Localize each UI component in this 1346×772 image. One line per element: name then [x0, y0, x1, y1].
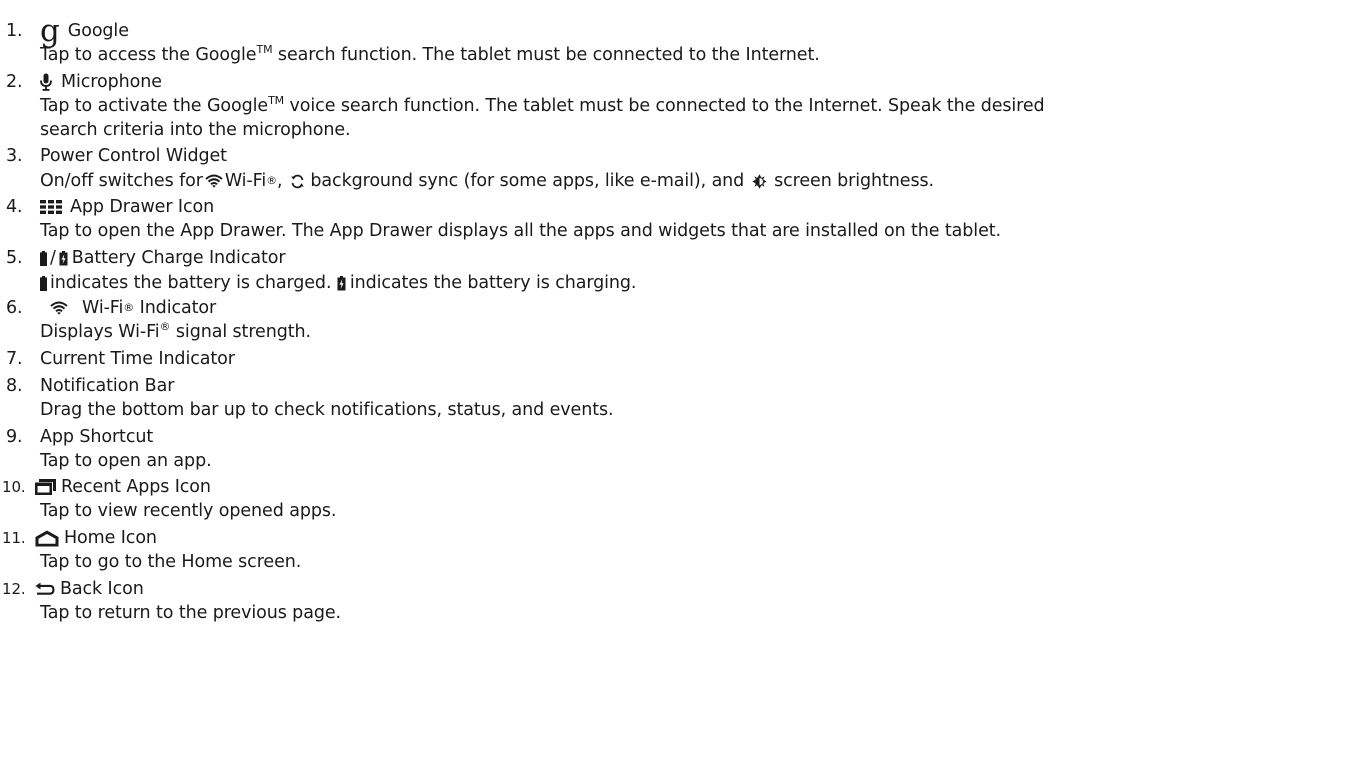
desc-text: Tap to go to the Home screen. — [40, 552, 302, 572]
back-icon — [35, 582, 55, 596]
item-title: Back Icon — [35, 578, 144, 600]
item-number: 8. — [6, 376, 23, 396]
desc-text: search function. The tablet must be conn… — [272, 45, 820, 65]
item-number: 12. — [2, 580, 26, 598]
battery-charged-icon — [40, 275, 47, 291]
item-number: 5. — [6, 248, 23, 268]
item-title: App Drawer Icon — [40, 196, 214, 218]
battery-charging-icon — [337, 275, 346, 291]
item-description: Tap to go to the Home screen. — [40, 551, 1340, 575]
desc-text: Tap to view recently opened apps. — [40, 501, 337, 521]
desc-text: Displays Wi-Fi — [40, 322, 160, 342]
desc-text: Tap to access the Google — [40, 45, 257, 65]
desc-text: Tap to activate the Google — [40, 96, 269, 116]
desc-text: Tap to open the App Drawer. The App Draw… — [40, 221, 1001, 241]
item-number: 2. — [6, 72, 23, 92]
item-number: 10. — [2, 478, 26, 496]
item-title: / Battery Charge Indicator — [40, 247, 286, 269]
item-description: Tap to return to the previous page. — [40, 602, 1340, 626]
item-number: 9. — [6, 427, 23, 447]
item-title-text: Current Time Indicator — [40, 349, 235, 369]
item-title-text: Back Icon — [60, 579, 144, 599]
battery-charging-icon — [59, 250, 68, 266]
desc-text: On/off switches for — [40, 171, 203, 191]
brightness-icon — [751, 173, 767, 189]
microphone-icon — [40, 73, 52, 91]
item-title-text: App Shortcut — [40, 427, 154, 447]
recent-apps-icon — [35, 479, 56, 495]
desc-text: signal strength. — [170, 322, 311, 342]
item-number: 11. — [2, 529, 26, 547]
item-description: Tap to view recently opened apps. — [40, 500, 1340, 524]
item-description: Tap to open the App Drawer. The App Draw… — [40, 220, 1340, 244]
item-title: Wi-Fi ® Indicator — [40, 297, 216, 319]
item-title: Microphone — [40, 71, 162, 93]
item-number: 6. — [6, 298, 23, 318]
desc-text: indicates the battery is charging. — [349, 273, 637, 293]
desc-text: background sync (for some apps, like e-m… — [304, 171, 750, 191]
item-description: Drag the bottom bar up to check notifica… — [40, 399, 1340, 423]
item-title-text: App Drawer Icon — [70, 197, 215, 217]
desc-text: screen brightness. — [768, 171, 934, 191]
item-title: g Google — [40, 13, 129, 49]
item-title-text: Notification Bar — [40, 376, 175, 396]
item-title-text: Recent Apps Icon — [61, 477, 211, 497]
google-g-icon: g — [40, 13, 60, 49]
item-title: Notification Bar — [40, 375, 174, 397]
item-description: Displays Wi-Fi® signal strength. — [40, 321, 1340, 345]
item-title-text: Battery Charge Indicator — [71, 248, 286, 268]
item-description: On/off switches for Wi-Fi ® , background… — [40, 171, 934, 191]
item-title: Power Control Widget — [40, 145, 227, 167]
item-description: Tap to activate the GoogleTM voice searc… — [40, 95, 1340, 143]
item-title-text: Wi-Fi — [82, 298, 124, 318]
instruction-list: 1. g Google Tap to access the GoogleTM s… — [0, 0, 1346, 772]
trademark-mark: TM — [268, 94, 285, 108]
item-number: 1. — [6, 21, 23, 41]
item-title-text: Power Control Widget — [40, 146, 227, 166]
trademark-mark: TM — [256, 43, 273, 57]
app-drawer-icon — [40, 200, 62, 214]
item-number: 3. — [6, 146, 23, 166]
desc-text: , — [277, 171, 288, 191]
item-description: Tap to open an app. — [40, 450, 1340, 474]
item-title-text: Indicator — [134, 298, 217, 318]
item-description: Tap to access the GoogleTM search functi… — [40, 44, 1340, 68]
desc-text: Drag the bottom bar up to check notifica… — [40, 400, 614, 420]
desc-text: Tap to open an app. — [40, 451, 212, 471]
desc-text: Wi-Fi — [224, 171, 267, 191]
item-title-text: Google — [67, 21, 129, 41]
item-title: App Shortcut — [40, 426, 153, 448]
item-number: 4. — [6, 197, 23, 217]
item-title: Current Time Indicator — [40, 348, 235, 370]
item-number: 7. — [6, 349, 23, 369]
item-title: Recent Apps Icon — [35, 476, 211, 498]
desc-text: voice search function. The tablet must b… — [284, 96, 1045, 116]
item-title: Home Icon — [35, 527, 157, 549]
title-separator: / — [50, 248, 56, 268]
desc-text: Tap to return to the previous page. — [40, 603, 341, 623]
wifi-icon — [50, 301, 68, 315]
item-description: indicates the battery is charged. indica… — [40, 271, 1340, 297]
battery-charged-icon — [40, 250, 47, 266]
wifi-icon — [205, 174, 223, 188]
item-title-text: Home Icon — [64, 528, 157, 548]
desc-text: search criteria into the microphone. — [40, 120, 351, 140]
home-icon — [35, 530, 59, 547]
registered-mark: ® — [159, 320, 171, 334]
sync-icon — [290, 174, 305, 189]
desc-text: indicates the battery is charged. — [50, 273, 337, 293]
item-title-text: Microphone — [61, 72, 162, 92]
